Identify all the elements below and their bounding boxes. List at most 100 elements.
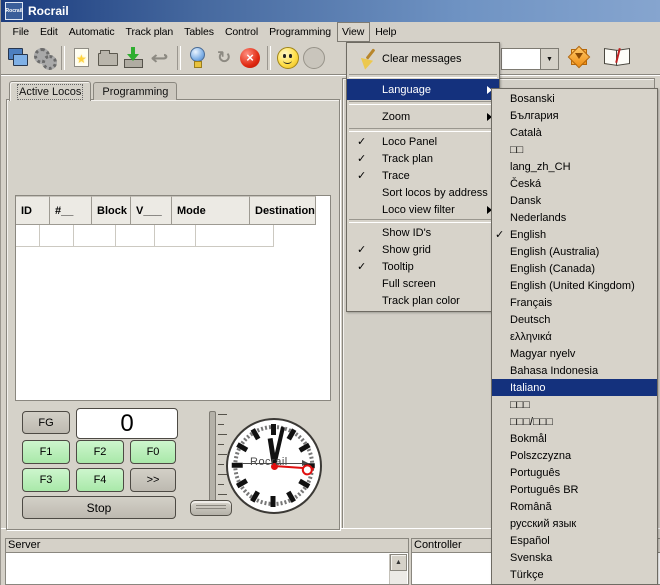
loco-table-column-header[interactable]: Block — [92, 196, 131, 225]
loco-table-column-header[interactable]: ID — [16, 196, 50, 225]
language-menu-item[interactable]: □□ — [492, 141, 657, 158]
language-menu-item[interactable]: □□□/□□□ — [492, 413, 657, 430]
function-button[interactable]: F2 — [76, 440, 124, 464]
menubar-item[interactable]: Track plan — [120, 22, 179, 42]
help-book-icon[interactable] — [603, 46, 629, 66]
language-menu-item[interactable]: Svenska — [492, 549, 657, 566]
server-log[interactable]: ▲ — [5, 552, 409, 585]
clock-minute-mark — [233, 469, 237, 471]
language-menu-item[interactable]: English (Canada) — [492, 260, 657, 277]
fast-clock: Rocrail — [226, 418, 322, 514]
view-menu-item[interactable]: Trace — [347, 167, 499, 184]
clock-minute-mark — [303, 487, 307, 490]
view-menu-item[interactable]: Track plan color — [347, 292, 499, 309]
power-lamp-icon[interactable] — [185, 45, 211, 71]
language-menu-item[interactable]: Deutsch — [492, 311, 657, 328]
view-menu-item[interactable]: Track plan — [347, 150, 499, 167]
scrollbar-up-icon[interactable]: ▲ — [390, 554, 407, 571]
view-menu-item[interactable]: Show ID's — [347, 224, 499, 241]
language-menu-item[interactable]: Česká — [492, 175, 657, 192]
language-menu-item[interactable]: English (United Kingdom) — [492, 277, 657, 294]
tab[interactable]: Programming — [93, 82, 177, 100]
language-menu-item[interactable]: Polszczyzna — [492, 447, 657, 464]
language-menu-item[interactable]: Português — [492, 464, 657, 481]
language-menu-item[interactable]: Bokmål — [492, 430, 657, 447]
menubar-item[interactable]: View — [337, 22, 370, 42]
function-button[interactable]: >> — [130, 468, 176, 492]
auto-mode-loop-icon[interactable]: ↻ — [211, 45, 237, 71]
menubar: FileEditAutomaticTrack planTablesControl… — [1, 22, 660, 42]
menubar-item[interactable]: Automatic — [63, 22, 120, 42]
menubar-item[interactable]: File — [7, 22, 35, 42]
loco-table-column-header[interactable]: V___ — [131, 196, 172, 225]
language-menu-item[interactable]: България — [492, 107, 657, 124]
update-burst-icon[interactable] — [567, 45, 589, 67]
language-menu-item[interactable]: Nederlands — [492, 209, 657, 226]
view-menu-item[interactable]: Sort locos by address — [347, 184, 499, 201]
view-menu-item[interactable]: Full screen — [347, 275, 499, 292]
smiley-go-icon[interactable] — [275, 45, 301, 71]
loco-table-column-header[interactable]: #__ — [50, 196, 92, 225]
undo-icon[interactable]: ↩ — [147, 45, 173, 71]
slider-tick — [218, 494, 227, 495]
language-menu-item[interactable]: Português BR — [492, 481, 657, 498]
menubar-item[interactable]: Tables — [179, 22, 220, 42]
view-menu-item[interactable]: Language — [347, 79, 499, 100]
menu-separator — [349, 219, 497, 223]
view-menu-item[interactable]: Tooltip — [347, 258, 499, 275]
view-menu-item[interactable]: Clear messages — [347, 45, 499, 73]
toolbar-separator — [177, 46, 181, 70]
server-panel: Server ▲ — [5, 538, 409, 585]
view-menu-item[interactable]: Loco Panel — [347, 133, 499, 150]
function-button[interactable]: F3 — [22, 468, 70, 492]
workspace-connect-icon[interactable] — [5, 45, 31, 71]
toolbar-separator — [61, 46, 65, 70]
loco-combobox[interactable]: ▼ — [501, 48, 559, 70]
stop-button[interactable]: Stop — [22, 496, 176, 519]
language-menu-item[interactable]: English (Australia) — [492, 243, 657, 260]
function-button[interactable]: F4 — [76, 468, 124, 492]
language-menu-item[interactable]: Italiano — [492, 379, 657, 396]
emergency-stop-icon[interactable]: × — [237, 45, 263, 71]
language-menu-item[interactable]: Español — [492, 532, 657, 549]
clock-minute-mark — [236, 448, 240, 451]
loco-table-empty-row[interactable] — [16, 225, 316, 247]
properties-gears-icon[interactable] — [31, 45, 57, 71]
combobox-dropdown-icon[interactable]: ▼ — [540, 49, 558, 69]
language-menu-item[interactable]: русский язык — [492, 515, 657, 532]
loco-table-column-header[interactable]: Mode — [172, 196, 250, 225]
open-folder-icon[interactable] — [95, 45, 121, 71]
slider-handle[interactable] — [190, 500, 232, 516]
function-button[interactable]: F1 — [22, 440, 70, 464]
language-menu-item[interactable]: Bahasa Indonesia — [492, 362, 657, 379]
language-menu-item[interactable]: Français — [492, 294, 657, 311]
language-menu-item[interactable]: Català — [492, 124, 657, 141]
language-menu-item[interactable]: ελληνικά — [492, 328, 657, 345]
language-menu-item[interactable]: lang_zh_CH — [492, 158, 657, 175]
function-button[interactable]: F0 — [130, 440, 176, 464]
language-menu-item[interactable]: English — [492, 226, 657, 243]
loco-combobox-value[interactable] — [502, 49, 540, 69]
view-menu-item[interactable]: Show grid — [347, 241, 499, 258]
language-menu-item[interactable]: Türkçe — [492, 566, 657, 583]
menubar-item[interactable]: Edit — [35, 22, 64, 42]
server-log-scrollbar[interactable]: ▲ — [389, 554, 407, 584]
loco-table-column-header[interactable]: Destination — [250, 196, 316, 225]
menubar-item[interactable]: Programming — [264, 22, 337, 42]
language-menu-item[interactable]: Bosanski — [492, 90, 657, 107]
language-menu-item[interactable]: Dansk — [492, 192, 657, 209]
language-submenu: BosanskiБългарияCatalà□□lang_zh_CHČeskáD… — [491, 88, 658, 585]
language-menu-item[interactable]: Română — [492, 498, 657, 515]
save-download-icon[interactable] — [121, 45, 147, 71]
menubar-item[interactable]: Control — [219, 22, 263, 42]
slider-tick — [218, 484, 224, 485]
tab[interactable]: Active Locos — [9, 81, 91, 101]
language-menu-item[interactable]: Magyar nyelv — [492, 345, 657, 362]
hidden-icon[interactable] — [301, 45, 327, 71]
fg-button[interactable]: FG — [22, 411, 70, 434]
view-menu-item[interactable]: Zoom — [347, 106, 499, 127]
view-menu-item[interactable]: Loco view filter — [347, 201, 499, 218]
new-document-icon[interactable]: ★ — [69, 45, 95, 71]
menubar-item[interactable]: Help — [370, 22, 402, 42]
language-menu-item[interactable]: □□□ — [492, 396, 657, 413]
